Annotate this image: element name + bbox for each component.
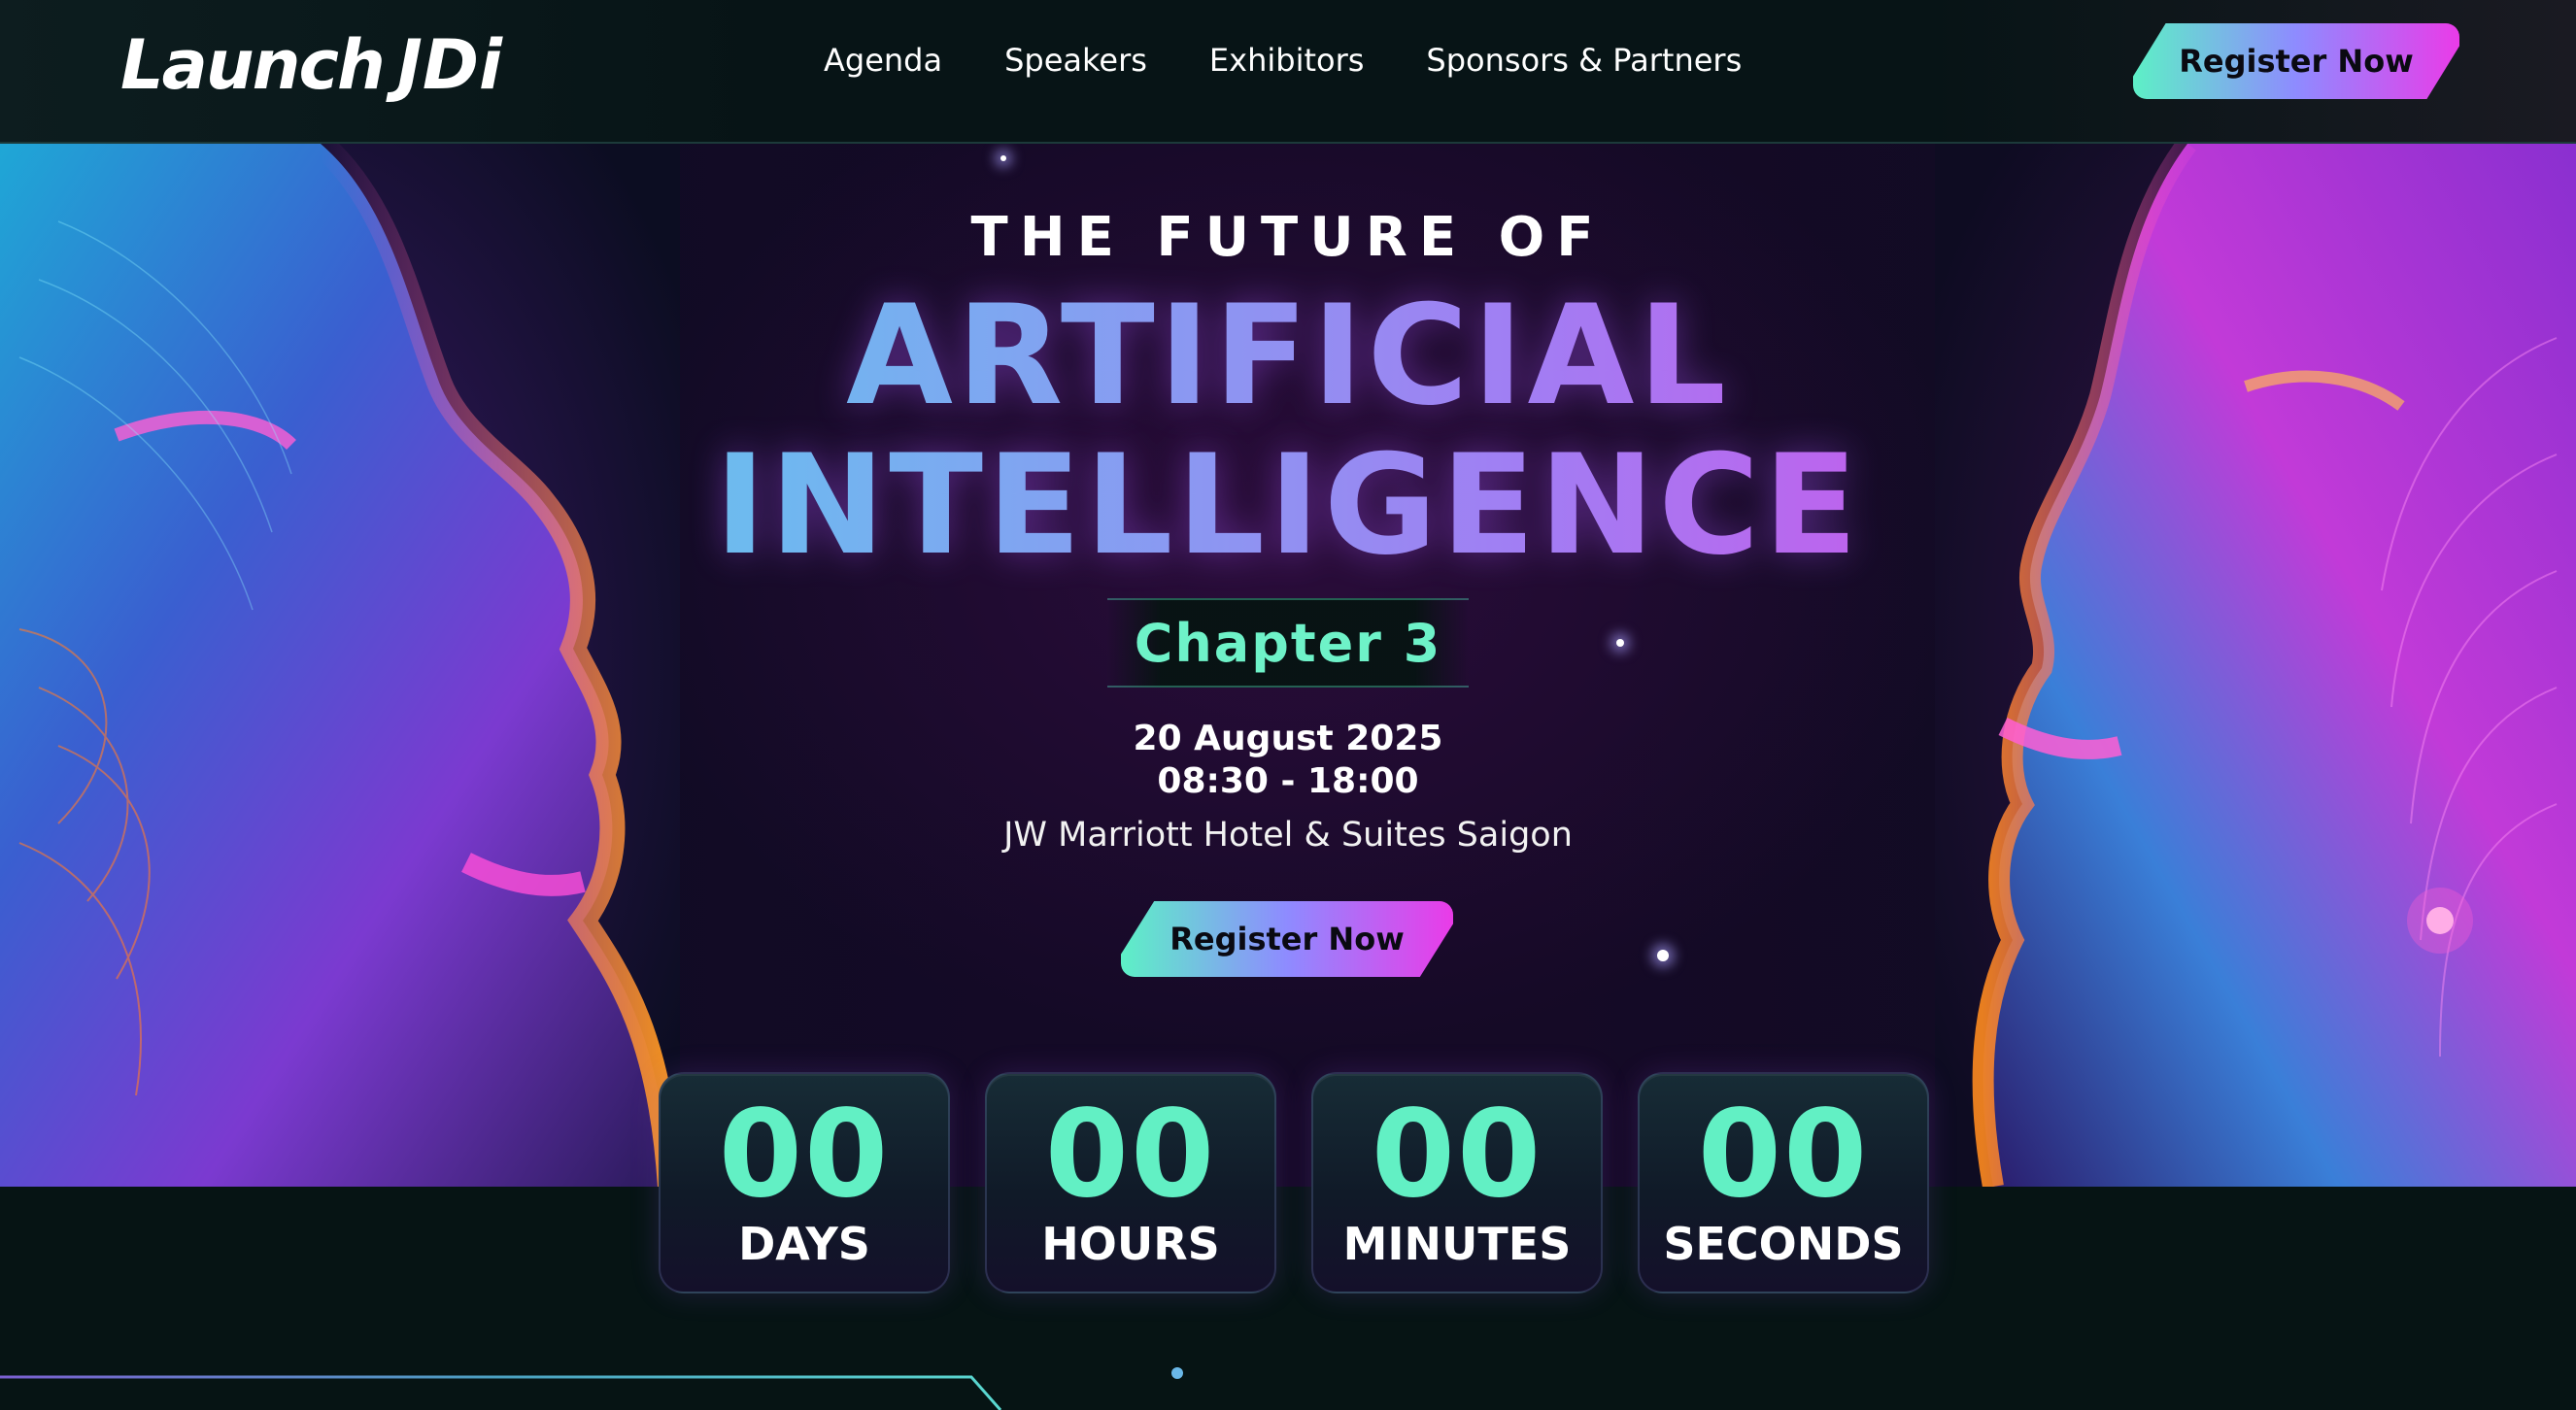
event-date: 20 August 2025 xyxy=(1133,719,1443,758)
logo-wordmark: Launch xyxy=(120,25,386,105)
hero-title-line1: ARTIFICIAL xyxy=(0,274,2576,439)
site-logo[interactable]: Launch JDi xyxy=(120,21,502,109)
countdown-value: 00 xyxy=(718,1085,891,1225)
hero-kicker: THE FUTURE OF xyxy=(970,206,1606,269)
sparkle-star xyxy=(1000,155,1006,161)
logo-mark: JDi xyxy=(396,25,502,105)
countdown-value: 00 xyxy=(1697,1085,1870,1225)
sparkle-star xyxy=(1616,639,1624,647)
hero-register-button[interactable]: Register Now xyxy=(1121,901,1453,977)
section-divider-line xyxy=(0,1367,2576,1410)
event-venue: JW Marriott Hotel & Suites Saigon xyxy=(1003,816,1573,855)
chapter-badge: Chapter 3 xyxy=(1107,598,1469,688)
header-register-button[interactable]: Register Now xyxy=(2133,23,2459,99)
top-navbar: Launch JDi Agenda Speakers Exhibitors Spo… xyxy=(0,0,2576,144)
countdown-value: 00 xyxy=(1044,1085,1217,1225)
countdown-timer: 00 DAYS 00 HOURS 00 MINUTES 00 SECONDS xyxy=(659,1072,1929,1293)
nav-link-sponsors-partners[interactable]: Sponsors & Partners xyxy=(1426,42,1742,79)
register-button-label: Register Now xyxy=(1169,921,1405,957)
nav-link-agenda[interactable]: Agenda xyxy=(824,42,942,79)
countdown-label: HOURS xyxy=(1041,1218,1220,1270)
hero-section: THE FUTURE OF ARTIFICIAL INTELLIGENCE Ch… xyxy=(0,144,2576,1187)
nav-link-speakers[interactable]: Speakers xyxy=(1004,42,1147,79)
countdown-hours: 00 HOURS xyxy=(985,1072,1276,1293)
countdown-label: SECONDS xyxy=(1663,1218,1904,1270)
main-nav: Agenda Speakers Exhibitors Sponsors & Pa… xyxy=(824,37,1742,84)
countdown-label: MINUTES xyxy=(1342,1218,1572,1270)
sparkle-star xyxy=(1657,950,1669,961)
countdown-label: DAYS xyxy=(738,1218,870,1270)
countdown-minutes: 00 MINUTES xyxy=(1311,1072,1603,1293)
register-button-label: Register Now xyxy=(2179,43,2414,80)
nav-link-exhibitors[interactable]: Exhibitors xyxy=(1209,42,1364,79)
event-time: 08:30 - 18:00 xyxy=(1157,761,1419,801)
countdown-days: 00 DAYS xyxy=(659,1072,950,1293)
hero-title-line2: INTELLIGENCE xyxy=(0,423,2576,588)
countdown-value: 00 xyxy=(1371,1085,1543,1225)
countdown-seconds: 00 SECONDS xyxy=(1638,1072,1929,1293)
